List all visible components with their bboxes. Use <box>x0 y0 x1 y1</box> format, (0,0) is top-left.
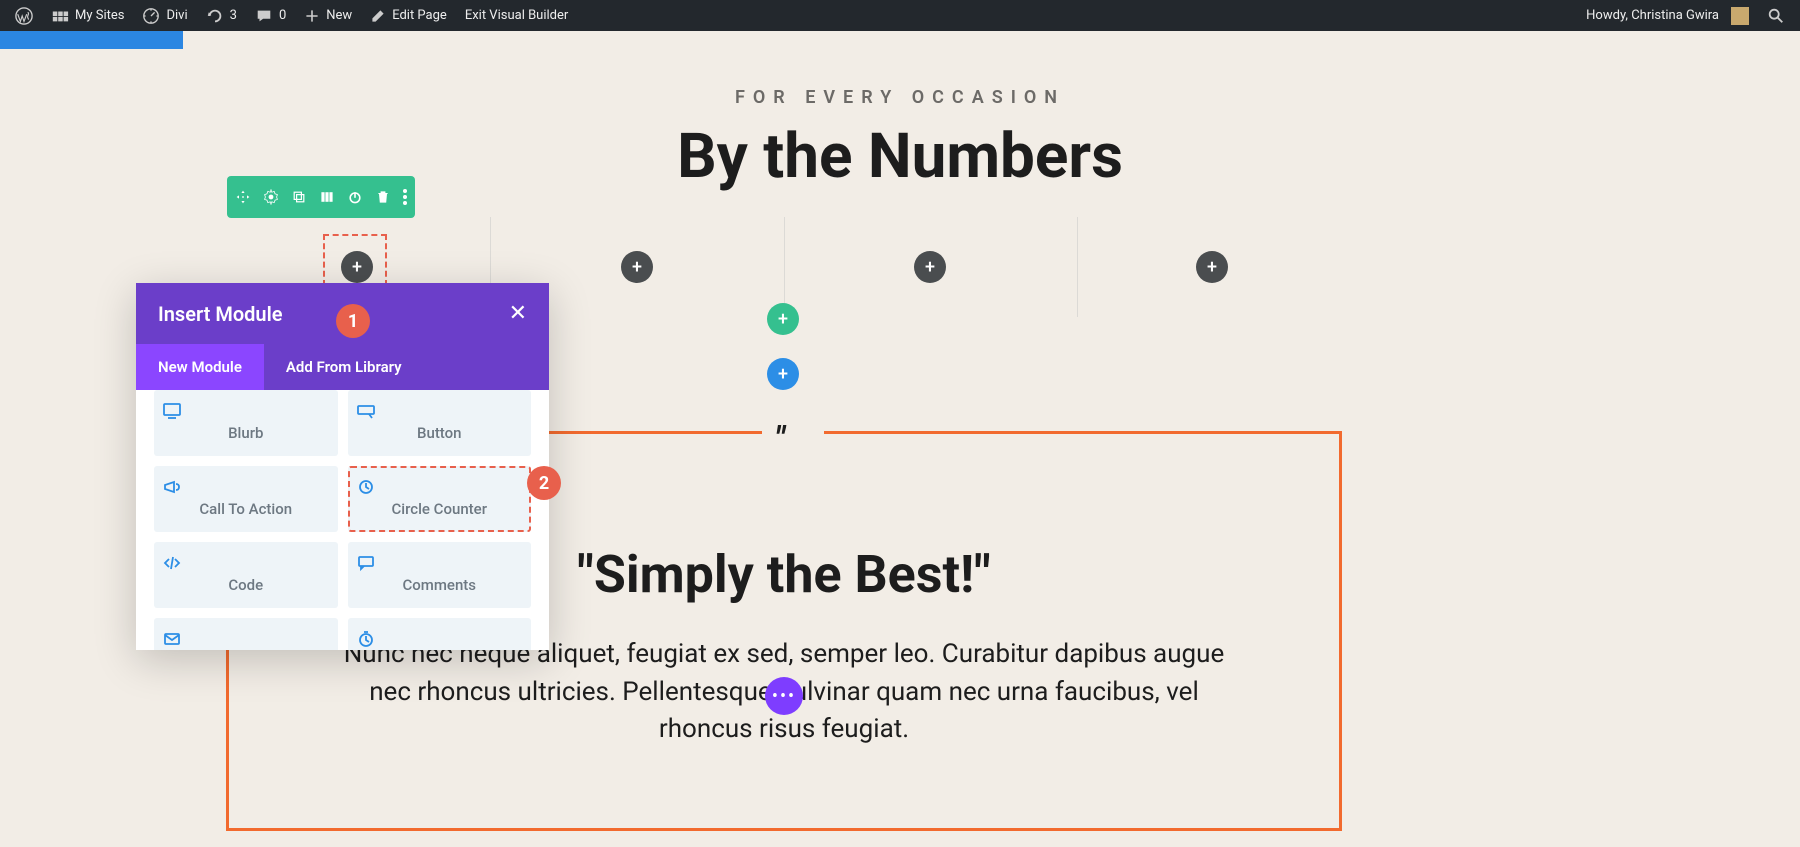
dashboard-icon <box>142 7 160 25</box>
updates[interactable]: 3 <box>197 0 246 31</box>
comments-icon <box>356 554 524 572</box>
avatar <box>1731 7 1749 25</box>
module-button[interactable]: Button <box>348 390 532 456</box>
modal-tabs: New Module Add From Library <box>136 344 549 390</box>
new-content[interactable]: New <box>295 0 361 31</box>
duplicate-icon[interactable] <box>291 189 307 205</box>
modal-body: Blurb Button Call To Action Circle Count… <box>136 390 549 650</box>
row-toolbar <box>227 176 415 218</box>
move-icon[interactable] <box>235 189 251 205</box>
annotation-1: 1 <box>336 304 370 338</box>
network-icon <box>51 7 69 25</box>
add-module-button[interactable]: + <box>341 251 373 283</box>
module-label: Comments <box>356 576 524 594</box>
user-greeting[interactable]: Howdy, Christina Gwira <box>1577 0 1758 31</box>
insert-module-modal: Insert Module ✕ New Module Add From Libr… <box>136 283 549 650</box>
admin-bar-right: Howdy, Christina Gwira <box>1577 0 1800 31</box>
module-label: Button <box>356 424 524 442</box>
module-code[interactable]: Code <box>154 542 338 608</box>
module-grid: Blurb Button Call To Action Circle Count… <box>154 390 531 650</box>
module-call-to-action[interactable]: Call To Action <box>154 466 338 532</box>
section-subtitle: FOR EVERY OCCASION <box>0 87 1800 108</box>
wp-logo[interactable] <box>6 0 42 31</box>
exit-builder[interactable]: Exit Visual Builder <box>456 0 577 31</box>
plus-icon <box>304 8 320 24</box>
modal-title: Insert Module <box>158 302 283 326</box>
wp-admin-bar: My Sites Divi 3 0 New <box>0 0 1800 31</box>
close-icon[interactable]: ✕ <box>509 301 527 326</box>
updates-count: 3 <box>230 8 237 23</box>
site-name[interactable]: Divi <box>133 0 196 31</box>
comment-icon <box>255 7 273 25</box>
more-icon[interactable] <box>403 189 407 205</box>
module-contact-form[interactable]: Contact Form <box>154 618 338 650</box>
add-module-button[interactable]: + <box>914 251 946 283</box>
refresh-icon <box>206 7 224 25</box>
tab-add-from-library[interactable]: Add From Library <box>264 344 549 390</box>
annotation-2: 2 <box>527 466 561 500</box>
module-label: Call To Action <box>162 500 330 518</box>
greeting-text: Howdy, Christina Gwira <box>1586 8 1719 23</box>
trash-icon[interactable] <box>375 189 391 205</box>
add-row-button[interactable]: + <box>767 303 799 335</box>
megaphone-icon <box>162 478 330 496</box>
module-circle-counter[interactable]: Circle Counter <box>348 466 532 532</box>
add-section-button[interactable]: + <box>767 358 799 390</box>
column-divider <box>1077 217 1078 317</box>
module-label: Code <box>162 576 330 594</box>
new-label: New <box>326 8 352 23</box>
circle-counter-icon <box>356 478 524 496</box>
clock-icon <box>356 630 524 648</box>
columns-icon[interactable] <box>319 189 335 205</box>
code-icon <box>162 554 330 572</box>
settings-icon[interactable] <box>263 189 279 205</box>
search-icon <box>1767 7 1785 25</box>
admin-bar-left: My Sites Divi 3 0 New <box>0 0 577 31</box>
wordpress-icon <box>15 7 33 25</box>
module-comments[interactable]: Comments <box>348 542 532 608</box>
power-icon[interactable] <box>347 189 363 205</box>
comments[interactable]: 0 <box>246 0 295 31</box>
blurb-icon <box>162 402 330 420</box>
edit-page-label: Edit Page <box>392 8 447 23</box>
button-icon <box>356 402 524 420</box>
section-toolbar-remnant <box>0 31 183 49</box>
tab-new-module[interactable]: New Module <box>136 344 264 390</box>
quote-mark: " <box>775 419 785 457</box>
module-label: Blurb <box>162 424 330 442</box>
edit-page[interactable]: Edit Page <box>361 0 456 31</box>
add-module-button[interactable]: + <box>1196 251 1228 283</box>
envelope-icon <box>162 630 330 648</box>
exit-builder-label: Exit Visual Builder <box>465 8 568 23</box>
add-module-button[interactable]: + <box>621 251 653 283</box>
column-divider <box>784 217 785 317</box>
comments-count: 0 <box>279 8 286 23</box>
builder-menu-fab[interactable]: ••• <box>765 677 803 715</box>
site-name-label: Divi <box>166 8 187 23</box>
module-countdown-timer[interactable]: Countdown Timer <box>348 618 532 650</box>
pencil-icon <box>370 8 386 24</box>
page-content: FOR EVERY OCCASION By the Numbers + + + … <box>0 31 1800 847</box>
module-blurb[interactable]: Blurb <box>154 390 338 456</box>
my-sites[interactable]: My Sites <box>42 0 133 31</box>
my-sites-label: My Sites <box>75 8 124 23</box>
module-label: Circle Counter <box>356 500 524 518</box>
search[interactable] <box>1758 0 1794 31</box>
